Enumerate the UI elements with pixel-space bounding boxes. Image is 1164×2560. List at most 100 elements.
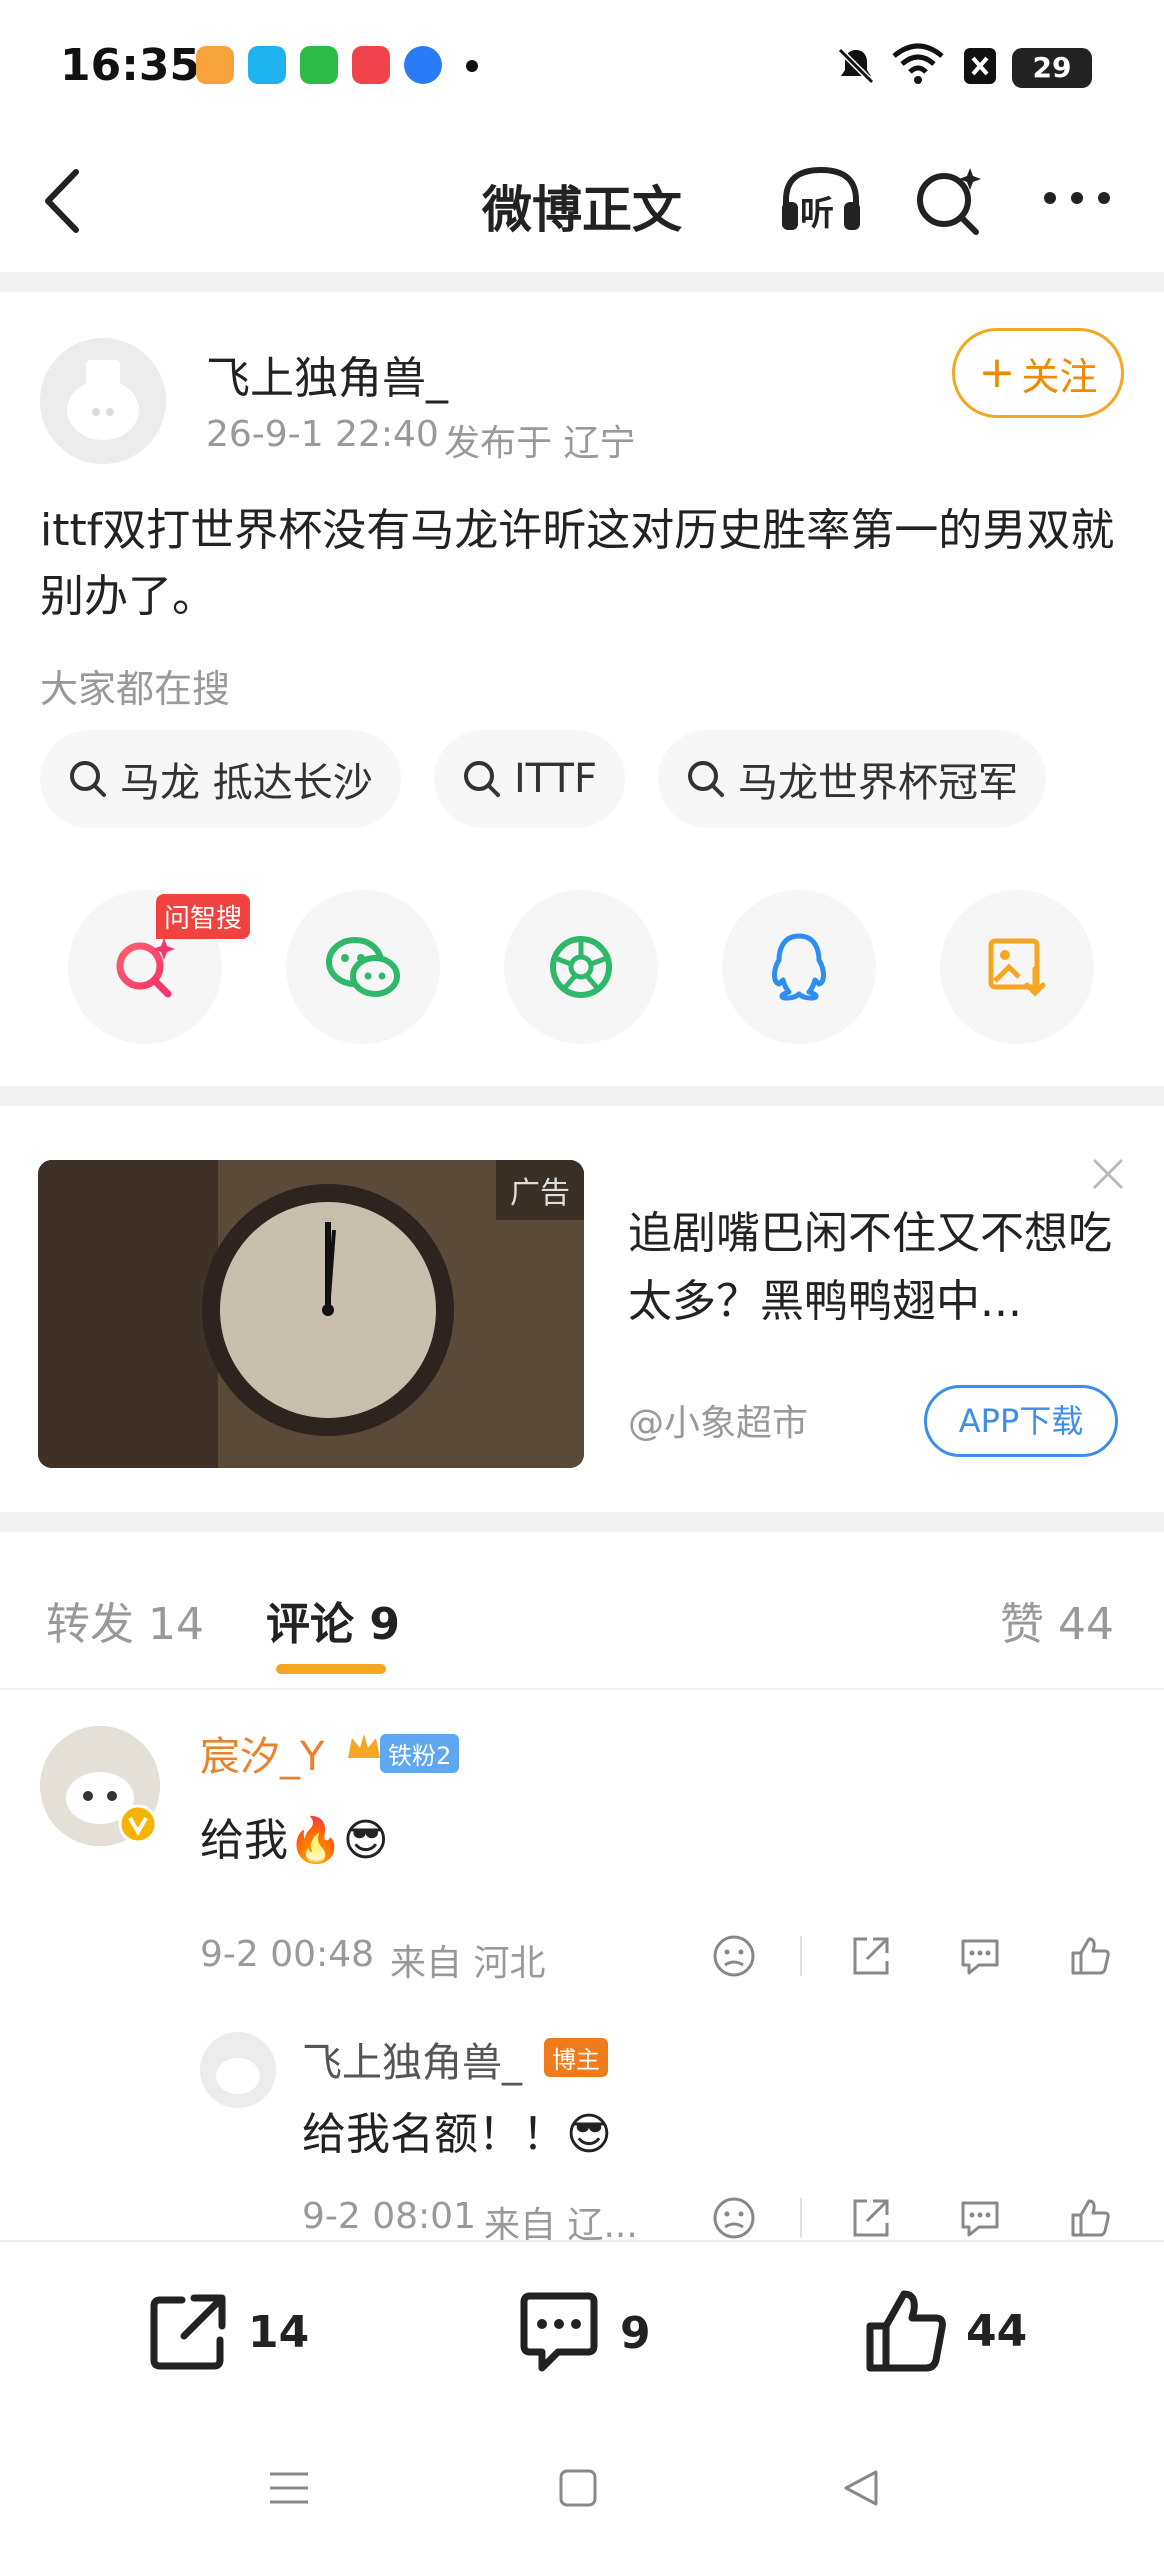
comment-icon <box>961 1939 999 1975</box>
divider <box>0 272 1164 292</box>
author-badge: 博主 <box>544 2038 608 2077</box>
battery-icon: 29 <box>1012 48 1092 88</box>
crown-icon <box>348 1734 380 1758</box>
search-chip[interactable]: 马龙世界杯冠军 <box>658 730 1046 828</box>
frown-face-icon <box>713 1935 755 1977</box>
reply-button[interactable] <box>952 2190 1008 2246</box>
status-time: 16:35 <box>60 40 201 91</box>
share-qq-button[interactable] <box>722 890 876 1044</box>
search-icon <box>464 761 500 797</box>
search-chip[interactable]: 马龙 抵达长沙 <box>40 730 401 828</box>
separator <box>800 1936 802 1976</box>
like-comment-button[interactable] <box>1062 1928 1118 1984</box>
plus-icon: + <box>978 347 1016 398</box>
like-comment-button[interactable] <box>1062 2190 1118 2246</box>
status-bar: 16:35 29 <box>0 0 1164 130</box>
ad-image[interactable]: 广告 <box>38 1160 584 1468</box>
comment-button[interactable]: 9 <box>516 2290 651 2376</box>
listen-button[interactable]: 听 <box>778 164 864 234</box>
back-icon[interactable] <box>838 2466 884 2510</box>
share-wechat-button[interactable] <box>286 890 440 1044</box>
follow-label: 关注 <box>1021 354 1098 399</box>
active-tab-indicator <box>276 1664 386 1674</box>
like-button[interactable]: 44 <box>864 2286 1027 2376</box>
reply-time: 9-2 08:01 <box>302 2196 476 2237</box>
tab-comments[interactable]: 评论 9 <box>266 1588 400 1652</box>
share-icon <box>853 1937 889 1975</box>
wechat-icon <box>326 937 400 997</box>
trending-search-heading: 大家都在搜 <box>40 667 231 711</box>
share-moments-button[interactable] <box>504 890 658 1044</box>
like-count: 44 <box>966 2305 1028 2357</box>
commenter-name[interactable]: 宸汐_Y <box>200 1724 324 1782</box>
thumbs-up-icon <box>1071 2199 1110 2237</box>
thumbs-up-icon <box>1071 1937 1110 1975</box>
search-icon <box>688 761 724 797</box>
dislike-button[interactable] <box>706 2190 762 2246</box>
more-notifications-dot <box>466 60 478 72</box>
replier-avatar[interactable] <box>200 2032 276 2108</box>
search-icon <box>70 761 106 797</box>
music-app-icon <box>352 46 390 84</box>
fan-level-badge: 铁粉2 <box>380 1734 460 1773</box>
search-chip[interactable]: ITTF <box>434 730 625 828</box>
mute-icon <box>837 47 875 85</box>
app-download-button[interactable]: APP下载 <box>924 1385 1118 1457</box>
author-name[interactable]: 飞上独角兽_ <box>206 342 448 406</box>
ad-source[interactable]: @小象超市 <box>628 1394 808 1446</box>
post-text: ittf双打世界杯没有马龙许昕这对历史胜率第一的男双就别办了。 <box>40 505 1115 622</box>
reply-button[interactable] <box>952 1928 1008 1984</box>
wzs-search-icon <box>116 938 175 998</box>
divider <box>0 1086 1164 1106</box>
search-chip-label: ITTF <box>514 756 597 802</box>
author-avatar[interactable] <box>40 338 166 464</box>
search-chip-label: 马龙 抵达长沙 <box>120 760 373 806</box>
comment-time: 9-2 00:48 <box>200 1934 374 1975</box>
divider <box>0 1688 1164 1690</box>
app-notification-icon <box>196 46 234 84</box>
app-notification-icon <box>300 46 338 84</box>
repost-comment-button[interactable] <box>842 1928 898 1984</box>
divider <box>0 1512 1164 1532</box>
separator <box>800 2198 802 2238</box>
home-icon[interactable] <box>556 2466 600 2510</box>
search-chip-label: 马龙世界杯冠军 <box>738 760 1018 806</box>
comment-location: 来自 河北 <box>390 1943 546 1984</box>
ai-search-icon[interactable] <box>912 164 986 238</box>
save-image-icon <box>988 938 1046 997</box>
comment-count: 9 <box>620 2307 651 2359</box>
wzs-badge: 问智搜 <box>156 894 251 939</box>
sim-icon <box>964 48 996 84</box>
app-notification-icon <box>248 46 286 84</box>
thumbs-up-icon <box>866 2290 946 2372</box>
repost-comment-button[interactable] <box>842 2190 898 2246</box>
follow-button[interactable]: + 关注 <box>952 328 1124 418</box>
more-icon[interactable] <box>1040 186 1114 210</box>
tab-likes[interactable]: 赞 44 <box>1000 1588 1114 1652</box>
default-avatar-icon <box>40 338 166 464</box>
default-avatar-icon <box>200 2032 276 2108</box>
verified-badge-icon <box>118 1804 158 1844</box>
wifi-icon <box>892 43 944 84</box>
tab-repost[interactable]: 转发 14 <box>46 1588 204 1652</box>
share-icon <box>853 2199 889 2237</box>
share-icon <box>150 2294 226 2370</box>
frown-face-icon <box>713 2197 755 2239</box>
comment-icon <box>961 2201 999 2237</box>
page-title: 微博正文 <box>482 181 682 239</box>
comment-icon <box>520 2292 598 2372</box>
replier-name[interactable]: 飞上独角兽_ <box>302 2030 522 2088</box>
dislike-button[interactable] <box>706 1928 762 1984</box>
repost-button[interactable]: 14 <box>146 2290 309 2374</box>
comment-text: 给我🔥😎 <box>200 1815 389 1866</box>
qq-icon <box>772 933 826 1001</box>
ad-tag: 广告 <box>496 1160 584 1220</box>
moments-icon <box>550 936 612 998</box>
reply-text: 给我名额！！😎 <box>302 2109 612 2160</box>
close-icon[interactable] <box>1088 1154 1128 1194</box>
listen-label: 听 <box>800 194 834 234</box>
menu-icon[interactable] <box>266 2468 312 2508</box>
save-image-button[interactable] <box>940 890 1094 1044</box>
repost-count: 14 <box>248 2306 310 2358</box>
ad-title[interactable]: 追剧嘴巴闲不住又不想吃太多？黑鸭鸭翅中... <box>628 1200 1118 1336</box>
